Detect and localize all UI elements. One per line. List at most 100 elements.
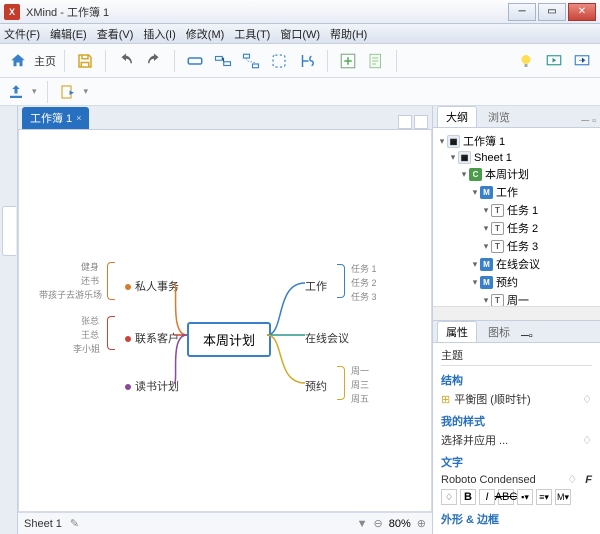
zoom-value: 80% xyxy=(389,518,411,530)
present-icon[interactable] xyxy=(542,49,566,73)
window-title: XMind - 工作簿 1 xyxy=(26,4,506,20)
tree-item[interactable]: ▾M在线会议 xyxy=(435,255,598,273)
main-area: 工作簿 1 × 本周计划 私人事务 健身 还书 带孩子去游乐场 联系客户 张总 … xyxy=(0,106,600,534)
save-icon[interactable] xyxy=(73,49,97,73)
share-icon[interactable] xyxy=(570,49,594,73)
tree-item[interactable]: ▾M预约 xyxy=(435,273,598,291)
boundary-icon[interactable] xyxy=(267,49,291,73)
tab-browse[interactable]: 浏览 xyxy=(479,106,519,127)
zoom-out-icon[interactable]: ⊖ xyxy=(374,517,383,530)
left-sidebar[interactable] xyxy=(0,106,18,534)
menubar: 文件(F) 编辑(E) 查看(V) 插入(I) 修改(M) 工具(T) 窗口(W… xyxy=(0,24,600,44)
canvas-area: 工作簿 1 × 本周计划 私人事务 健身 还书 带孩子去游乐场 联系客户 张总 … xyxy=(18,106,432,534)
home-icon[interactable] xyxy=(6,49,30,73)
redo-icon[interactable] xyxy=(142,49,166,73)
note-icon[interactable] xyxy=(364,49,388,73)
branch-meeting[interactable]: 在线会议 xyxy=(305,330,349,346)
branch-work[interactable]: 工作 xyxy=(305,278,327,294)
sub-task1[interactable]: 任务 1 xyxy=(351,262,377,275)
branch-contact[interactable]: 联系客户 xyxy=(125,330,179,346)
menu-window[interactable]: 窗口(W) xyxy=(280,26,320,42)
mindmap-canvas[interactable]: 本周计划 私人事务 健身 还书 带孩子去游乐场 联系客户 张总 王总 李小姐 读… xyxy=(18,130,432,512)
tree-item[interactable]: ▾▦工作簿 1 xyxy=(435,132,598,150)
window-controls: ─ ▭ ✕ xyxy=(506,3,596,21)
fmt-strike[interactable]: ABC xyxy=(498,489,514,505)
structure-value[interactable]: 平衡图 (顺时针) xyxy=(454,391,530,407)
fmt-align[interactable]: ≡▾ xyxy=(536,489,552,505)
menu-file[interactable]: 文件(F) xyxy=(4,26,40,42)
fmt-size[interactable]: ♢ xyxy=(441,489,457,505)
menu-view[interactable]: 查看(V) xyxy=(97,26,134,42)
summary-icon[interactable] xyxy=(295,49,319,73)
tab-strip: 工作簿 1 × xyxy=(18,106,432,130)
central-topic[interactable]: 本周计划 xyxy=(187,322,271,357)
font-value[interactable]: Roboto Condensed xyxy=(441,474,536,486)
menu-insert[interactable]: 插入(I) xyxy=(143,26,175,42)
tab-outline[interactable]: 大纲 xyxy=(437,106,477,127)
close-button[interactable]: ✕ xyxy=(568,3,596,21)
tab-icons[interactable]: 图标 xyxy=(479,321,519,342)
sect-text: 文字 xyxy=(441,454,592,470)
right-tabs: 大纲 浏览 ─▫ xyxy=(433,106,600,128)
sheet-tab[interactable]: Sheet 1 xyxy=(24,518,62,530)
workbook-tab[interactable]: 工作簿 1 × xyxy=(22,107,89,129)
tree-item[interactable]: ▾▦Sheet 1 xyxy=(435,150,598,165)
properties-section: 属性 图标 ─▫ 主题 结构 ⊞平衡图 (顺时针)♢ 我的样式 选择并应用 ..… xyxy=(433,320,600,534)
sub-kids[interactable]: 带孩子去游乐场 xyxy=(39,288,102,301)
fmt-bold[interactable]: B xyxy=(460,489,476,505)
relationship-icon[interactable] xyxy=(239,49,263,73)
sect-structure: 结构 xyxy=(441,372,592,388)
tab-action-1[interactable] xyxy=(398,115,412,129)
sub-wed[interactable]: 周三 xyxy=(351,378,369,391)
toolbar-main: 主页 xyxy=(0,44,600,78)
subtopic-icon[interactable] xyxy=(211,49,235,73)
minimize-button[interactable]: ─ xyxy=(508,3,536,21)
sect-shape: 外形 & 边框 xyxy=(441,511,592,527)
toolbar-secondary: ▾ ▾ xyxy=(0,78,600,106)
mystyle-value[interactable]: 选择并应用 ... xyxy=(441,432,508,448)
branch-appoint[interactable]: 预约 xyxy=(305,378,327,394)
format-bar: ♢ B I ABC ▪▾ ≡▾ M▾ xyxy=(441,489,592,505)
tab-action-2[interactable] xyxy=(414,115,428,129)
tree-item[interactable]: ▾T周一 xyxy=(435,291,598,306)
tree-item[interactable]: ▾M工作 xyxy=(435,183,598,201)
filter-icon[interactable]: ▼ xyxy=(357,518,368,530)
sub-li[interactable]: 李小姐 xyxy=(73,342,100,355)
upload-icon[interactable] xyxy=(6,82,26,102)
export-icon[interactable] xyxy=(58,82,78,102)
sub-fri[interactable]: 周五 xyxy=(351,392,369,405)
branch-reading[interactable]: 读书计划 xyxy=(125,378,179,394)
tree-item[interactable]: ▾T任务 3 xyxy=(435,237,598,255)
outline-tree[interactable]: ▾▦工作簿 1▾▦Sheet 1▾C本周计划▾M工作▾T任务 1▾T任务 2▾T… xyxy=(433,128,600,306)
add-icon[interactable] xyxy=(336,49,360,73)
sub-wang[interactable]: 王总 xyxy=(81,328,99,341)
tab-close-icon[interactable]: × xyxy=(76,113,81,123)
sect-mystyle: 我的样式 xyxy=(441,413,592,429)
undo-icon[interactable] xyxy=(114,49,138,73)
menu-help[interactable]: 帮助(H) xyxy=(330,26,367,42)
sub-mon[interactable]: 周一 xyxy=(351,364,369,377)
panel-menu-icon[interactable]: ▫ xyxy=(592,115,596,127)
sub-task3[interactable]: 任务 3 xyxy=(351,290,377,303)
sub-fitness[interactable]: 健身 xyxy=(81,260,99,273)
panel-min-icon[interactable]: ─ xyxy=(581,115,589,127)
topic-icon[interactable] xyxy=(183,49,207,73)
sub-zhang[interactable]: 张总 xyxy=(81,314,99,327)
fmt-italic[interactable]: I xyxy=(479,489,495,505)
menu-edit[interactable]: 编辑(E) xyxy=(50,26,87,42)
zoom-in-icon[interactable]: ⊕ xyxy=(417,517,426,530)
fmt-more[interactable]: M▾ xyxy=(555,489,571,505)
tree-item[interactable]: ▾T任务 1 xyxy=(435,201,598,219)
tree-item[interactable]: ▾T任务 2 xyxy=(435,219,598,237)
fmt-color[interactable]: ▪▾ xyxy=(517,489,533,505)
menu-tools[interactable]: 工具(T) xyxy=(234,26,270,42)
idea-icon[interactable] xyxy=(514,49,538,73)
sub-book[interactable]: 还书 xyxy=(81,274,99,287)
tab-properties[interactable]: 属性 xyxy=(437,321,477,342)
sub-task2[interactable]: 任务 2 xyxy=(351,276,377,289)
maximize-button[interactable]: ▭ xyxy=(538,3,566,21)
tree-item[interactable]: ▾C本周计划 xyxy=(435,165,598,183)
tree-scrollbar[interactable] xyxy=(433,306,600,320)
branch-personal[interactable]: 私人事务 xyxy=(125,278,179,294)
menu-modify[interactable]: 修改(M) xyxy=(186,26,225,42)
